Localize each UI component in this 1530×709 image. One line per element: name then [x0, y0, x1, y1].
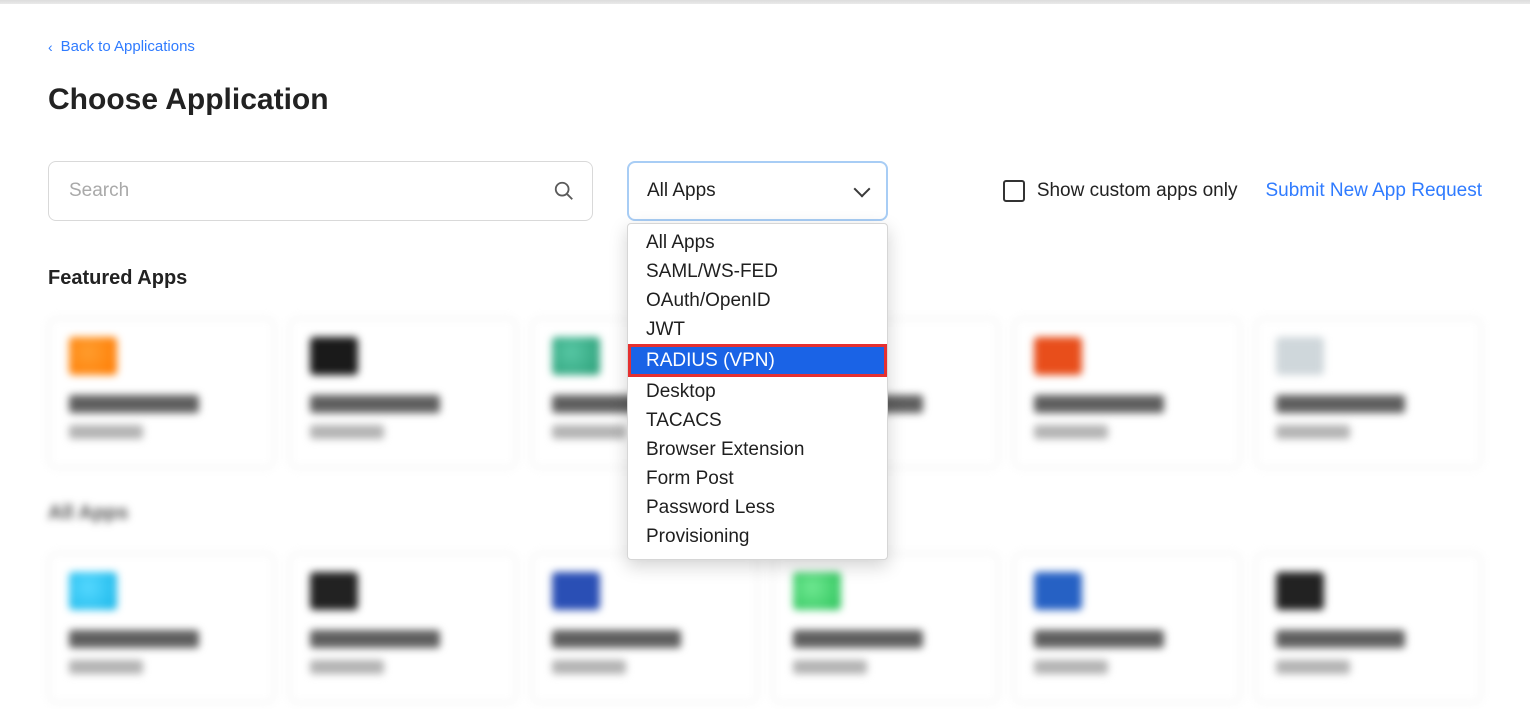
controls-row: All Apps All Apps SAML/WS-FED OAuth/Open…	[48, 161, 1482, 221]
filter-dropdown-button[interactable]: All Apps	[627, 161, 888, 221]
filter-option[interactable]: SAML/WS-FED	[628, 257, 887, 286]
filter-dropdown: All Apps All Apps SAML/WS-FED OAuth/Open…	[627, 161, 888, 221]
app-name	[310, 395, 440, 413]
filter-option[interactable]: TACACS	[628, 406, 887, 435]
submit-app-request-link[interactable]: Submit New App Request	[1265, 180, 1482, 202]
app-card[interactable]	[531, 553, 758, 703]
app-icon	[1276, 337, 1324, 375]
chevron-left-icon: ‹	[48, 39, 53, 55]
app-name	[1276, 630, 1406, 648]
search-wrap	[48, 161, 593, 221]
filter-option[interactable]: Provisioning	[628, 522, 887, 551]
app-type	[1276, 660, 1350, 674]
app-name	[793, 630, 923, 648]
app-icon	[69, 337, 117, 375]
filter-option[interactable]: JWT	[628, 315, 887, 344]
app-name	[1034, 395, 1164, 413]
filter-option[interactable]: Form Post	[628, 464, 887, 493]
app-type	[69, 660, 143, 674]
custom-apps-label: Show custom apps only	[1037, 180, 1238, 202]
app-name	[1034, 630, 1164, 648]
app-icon	[310, 337, 358, 375]
custom-apps-toggle[interactable]: Show custom apps only	[1003, 180, 1238, 202]
app-card[interactable]	[772, 553, 999, 703]
filter-option[interactable]: Desktop	[628, 377, 887, 406]
app-card[interactable]	[289, 318, 516, 468]
app-type	[552, 425, 626, 439]
app-icon	[552, 337, 600, 375]
search-icon	[553, 180, 575, 202]
app-name	[310, 630, 440, 648]
app-name	[69, 630, 199, 648]
app-card[interactable]	[289, 553, 516, 703]
page-title: Choose Application	[48, 83, 1482, 117]
app-icon	[1034, 337, 1082, 375]
back-link[interactable]: ‹ Back to Applications	[48, 38, 195, 55]
app-icon	[552, 572, 600, 610]
filter-option[interactable]: OAuth/OpenID	[628, 286, 887, 315]
all-apps-row	[48, 553, 1482, 703]
app-type	[69, 425, 143, 439]
app-icon	[1034, 572, 1082, 610]
filter-dropdown-list: All Apps SAML/WS-FED OAuth/OpenID JWT RA…	[627, 223, 888, 560]
filter-option-selected[interactable]: RADIUS (VPN)	[628, 344, 887, 377]
app-icon	[1276, 572, 1324, 610]
checkbox-icon[interactable]	[1003, 180, 1025, 202]
filter-option[interactable]: All Apps	[628, 228, 887, 257]
app-icon	[310, 572, 358, 610]
app-card[interactable]	[1013, 318, 1240, 468]
filter-option[interactable]: Password Less	[628, 493, 887, 522]
app-name	[1276, 395, 1406, 413]
app-name	[552, 630, 682, 648]
app-type	[1034, 660, 1108, 674]
app-type	[310, 425, 384, 439]
app-card[interactable]	[1255, 553, 1482, 703]
app-card[interactable]	[48, 318, 275, 468]
app-type	[1034, 425, 1108, 439]
app-name	[69, 395, 199, 413]
app-icon	[793, 572, 841, 610]
filter-dropdown-selected: All Apps	[647, 180, 716, 202]
back-link-label: Back to Applications	[61, 38, 195, 55]
page-content: ‹ Back to Applications Choose Applicatio…	[0, 4, 1530, 703]
app-type	[1276, 425, 1350, 439]
app-type	[793, 660, 867, 674]
search-input[interactable]	[48, 161, 593, 221]
app-card[interactable]	[1013, 553, 1240, 703]
app-type	[552, 660, 626, 674]
app-type	[310, 660, 384, 674]
filter-option[interactable]: Browser Extension	[628, 435, 887, 464]
app-card[interactable]	[48, 553, 275, 703]
app-card[interactable]	[1255, 318, 1482, 468]
chevron-down-icon	[854, 180, 871, 197]
app-icon	[69, 572, 117, 610]
